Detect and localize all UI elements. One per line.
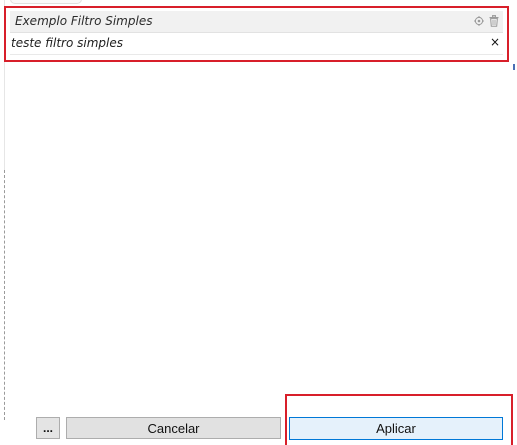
cancel-button[interactable]: Cancelar bbox=[66, 417, 281, 439]
filter-item-header[interactable]: Exemplo Filtro Simples bbox=[10, 11, 503, 33]
scroll-indicator bbox=[513, 64, 515, 70]
trash-icon[interactable] bbox=[488, 14, 500, 28]
filter-dialog: Exemplo Filtro Simples teste filtro simp… bbox=[0, 0, 517, 445]
dashed-guide bbox=[4, 170, 5, 420]
apply-button[interactable]: Aplicar bbox=[289, 417, 503, 440]
clear-icon[interactable]: × bbox=[489, 35, 501, 49]
filter-title: Exemplo Filtro Simples bbox=[15, 14, 153, 28]
filter-item-highlight: Exemplo Filtro Simples teste filtro simp… bbox=[4, 6, 509, 62]
collapsed-tab-edge bbox=[10, 0, 82, 4]
filter-value-text: teste filtro simples bbox=[11, 36, 123, 50]
filter-value-field[interactable]: teste filtro simples × bbox=[10, 34, 503, 55]
more-options-button[interactable]: ... bbox=[36, 417, 60, 439]
crosshair-icon[interactable] bbox=[473, 14, 485, 28]
